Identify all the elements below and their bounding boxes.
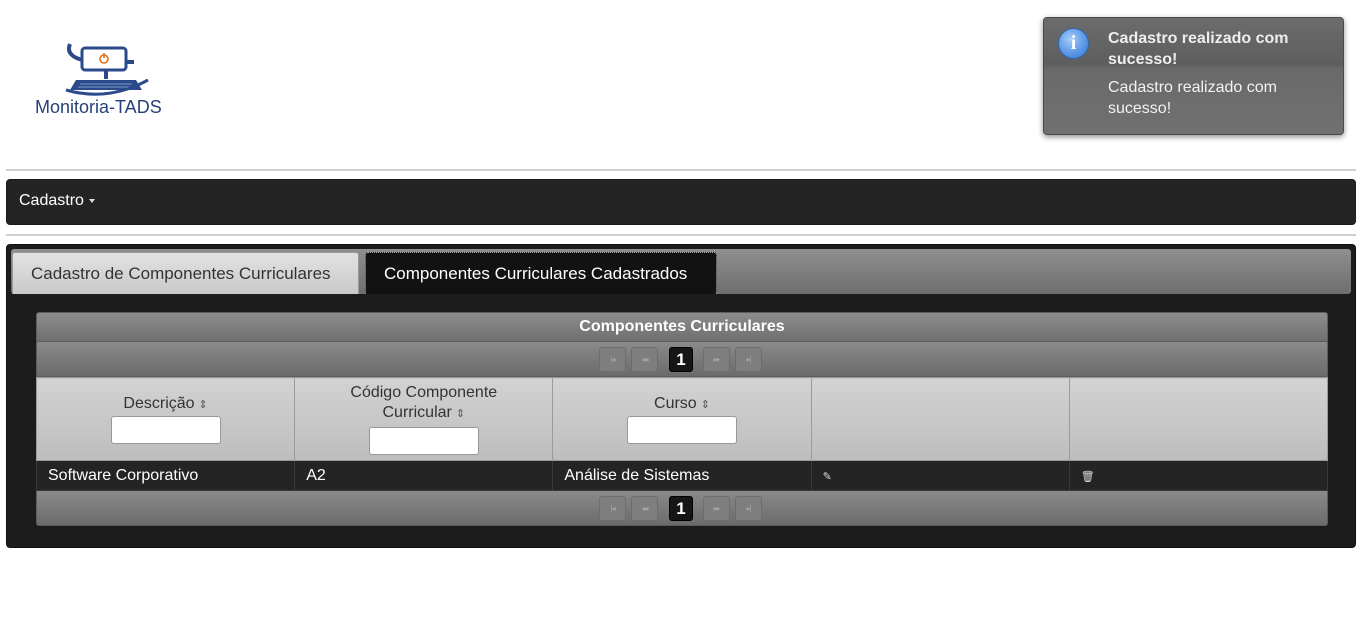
codigo-filter-input[interactable] <box>368 427 479 455</box>
sort-icon[interactable]: ⇕ <box>456 408 465 420</box>
column-label: Código Componente Curricular <box>350 384 498 421</box>
caret-down-icon <box>88 198 95 203</box>
column-label: Descrição <box>123 394 195 412</box>
column-label: Curso <box>654 394 697 412</box>
pencil-icon[interactable]: ✎ <box>823 471 832 483</box>
page-number-button[interactable]: 1 <box>669 347 693 372</box>
prev-page-button[interactable]: ◂◂ <box>631 347 658 372</box>
tab-cadastro-componentes[interactable]: Cadastro de Componentes Curriculares <box>12 252 359 294</box>
menu-cadastro-dropdown[interactable]: Cadastro <box>19 192 95 210</box>
info-icon: i <box>1058 28 1089 59</box>
page-number-button[interactable]: 1 <box>669 496 693 521</box>
curso-filter-input[interactable] <box>626 415 737 444</box>
header-divider <box>6 169 1356 171</box>
trash-icon[interactable]: 🗑 <box>1081 471 1095 483</box>
column-descricao[interactable]: Descrição ⇕ <box>35 377 296 461</box>
prev-page-button[interactable]: ◂◂ <box>631 496 658 521</box>
table-row: Software Corporativo A2 Análise de Siste… <box>35 460 1329 491</box>
notification-title: Cadastro realizado com sucesso! <box>1108 30 1289 68</box>
descricao-filter-input[interactable] <box>110 415 221 444</box>
data-table: Descrição ⇕ Código Componente Curricular ⇕… <box>35 377 1329 491</box>
first-page-button[interactable]: |◂ <box>599 347 626 372</box>
menu-divider <box>6 234 1356 236</box>
next-page-button[interactable]: ▸▸ <box>703 496 730 521</box>
column-edit <box>810 377 1070 461</box>
app-logo: Monitoria-TADS <box>34 38 184 123</box>
cell-delete: 🗑 <box>1068 460 1329 491</box>
tab-view: Cadastro de Componentes Curriculares Com… <box>6 244 1356 548</box>
last-page-button[interactable]: ▸| <box>735 347 762 372</box>
logo-text: Monitoria-TADS <box>35 97 162 117</box>
cell-edit: ✎ <box>810 460 1070 491</box>
column-delete <box>1068 377 1329 461</box>
last-page-button[interactable]: ▸| <box>735 496 762 521</box>
menu-bar: Cadastro <box>6 179 1356 225</box>
first-page-button[interactable]: |◂ <box>599 496 626 521</box>
notification-message: Cadastro realizado com sucesso! <box>1108 79 1277 117</box>
cell-curso: Análise de Sistemas <box>552 460 812 491</box>
tab-nav: Cadastro de Componentes Curriculares Com… <box>11 249 1351 294</box>
paginator-top: |◂ ◂◂ 1 ▸▸ ▸| <box>36 342 1328 377</box>
paginator-bottom: |◂ ◂◂ 1 ▸▸ ▸| <box>36 491 1328 526</box>
sort-icon[interactable]: ⇕ <box>199 399 208 411</box>
componentes-datatable: Componentes Curriculares |◂ ◂◂ 1 ▸▸ ▸| D… <box>35 312 1329 526</box>
computer-logo-icon <box>65 43 149 96</box>
column-curso[interactable]: Curso ⇕ <box>552 377 812 461</box>
cell-descricao: Software Corporativo <box>35 460 296 491</box>
column-codigo[interactable]: Código Componente Curricular ⇕ <box>294 377 554 461</box>
menu-cadastro-label: Cadastro <box>19 192 84 209</box>
cell-codigo: A2 <box>294 460 554 491</box>
next-page-button[interactable]: ▸▸ <box>703 347 730 372</box>
sort-icon[interactable]: ⇕ <box>701 399 710 411</box>
success-notification: i Cadastro realizado com sucesso! Cadast… <box>1043 17 1344 135</box>
tab-componentes-cadastrados[interactable]: Componentes Curriculares Cadastrados <box>365 252 717 294</box>
datatable-title: Componentes Curriculares <box>36 312 1328 342</box>
table-header-row: Descrição ⇕ Código Componente Curricular ⇕… <box>35 377 1329 461</box>
